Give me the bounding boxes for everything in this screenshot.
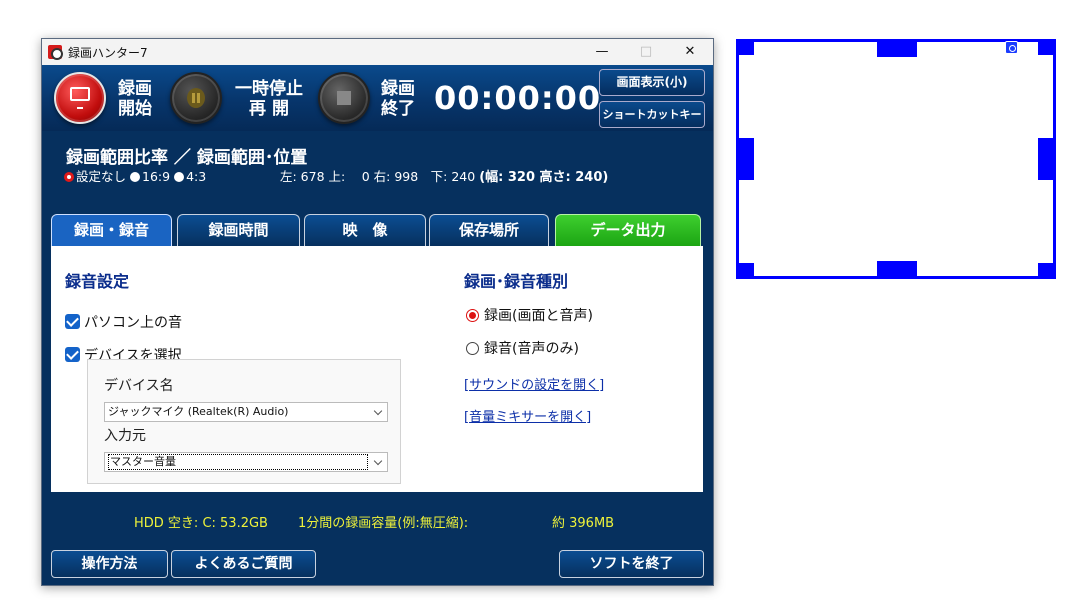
pc-sound-checkbox[interactable]: パソコン上の音 xyxy=(65,312,182,332)
radio-selected-icon xyxy=(466,309,479,322)
minimize-button[interactable]: — xyxy=(582,39,622,65)
input-source-select[interactable]: マスター音量 xyxy=(104,452,388,472)
device-group: デバイス名 ジャックマイク (Realtek(R) Audio) 入力元 マスタ… xyxy=(87,359,401,484)
record-video-radio[interactable]: 録画(画面と音声) xyxy=(466,305,593,325)
checkbox-checked-icon xyxy=(65,314,80,329)
input-source-value: マスター音量 xyxy=(108,454,368,470)
pause-label: 一時停止 再 開 xyxy=(228,79,310,119)
radio-icon xyxy=(466,342,479,355)
record-stop-label-line1: 録画 xyxy=(381,79,415,99)
radio-selected-icon xyxy=(64,172,74,182)
resize-handle-bottom-left[interactable] xyxy=(736,263,754,279)
shortcut-key-button[interactable]: ショートカットキー xyxy=(599,101,705,128)
app-window: 録画ハンター7 — □ ✕ 録画 開始 一時停止 再 開 録画 終了 00:00… xyxy=(41,38,714,586)
resize-handle-bottom[interactable] xyxy=(877,261,917,279)
resize-handle-top-right[interactable] xyxy=(1038,39,1056,55)
display-size-button[interactable]: 画面表示(小) xyxy=(599,69,705,96)
record-audio-radio[interactable]: 録音(音声のみ) xyxy=(466,338,579,358)
tab-panel: 録音設定 パソコン上の音 デバイスを選択 デバイス名 ジャックマイク (Real… xyxy=(51,246,703,492)
pc-sound-label: パソコン上の音 xyxy=(84,315,182,331)
tab-record-time[interactable]: 録画時間 xyxy=(177,214,300,246)
resize-handle-top[interactable] xyxy=(877,39,917,57)
tab-save-location[interactable]: 保存場所 xyxy=(429,214,549,246)
input-source-label: 入力元 xyxy=(104,428,146,444)
close-button[interactable]: ✕ xyxy=(670,39,710,65)
toolbar: 録画 開始 一時停止 再 開 録画 終了 00:00:00 画面表示(小) ショ… xyxy=(42,65,713,131)
exit-software-button[interactable]: ソフトを終了 xyxy=(559,550,704,578)
range-title: 録画範囲比率 ／ 録画範囲･位置 xyxy=(66,148,308,168)
ratio-none-option[interactable]: 設定なし xyxy=(64,169,126,184)
maximize-button[interactable]: □ xyxy=(626,39,666,65)
app-icon xyxy=(48,45,63,60)
record-stop-label-line2: 終了 xyxy=(381,99,415,119)
capture-region-frame[interactable] xyxy=(736,39,1056,279)
record-start-label-line2: 開始 xyxy=(118,99,152,119)
device-name-label: デバイス名 xyxy=(104,378,174,394)
ratio-4-3-option[interactable]: 4:3 xyxy=(174,169,206,184)
resize-handle-left[interactable] xyxy=(736,138,754,180)
tab-data-output[interactable]: データ出力 xyxy=(555,214,701,246)
device-select-value: ジャックマイク (Realtek(R) Audio) xyxy=(108,405,289,418)
tab-video[interactable]: 映 像 xyxy=(304,214,426,246)
tab-record-audio[interactable]: 録画・録音 xyxy=(51,214,172,246)
stop-icon xyxy=(337,91,351,105)
resize-handle-top-left[interactable] xyxy=(736,39,754,55)
pause-label-line1: 一時停止 xyxy=(235,79,303,99)
resize-handle-right[interactable] xyxy=(1038,138,1056,180)
move-region-icon[interactable] xyxy=(1005,41,1018,54)
hdd-free-status: HDD 空き: C: 53.2GB xyxy=(134,516,268,531)
record-audio-label: 録音(音声のみ) xyxy=(484,341,579,357)
pause-button[interactable] xyxy=(170,72,222,124)
size-text: (幅: 320 高さ: 240) xyxy=(479,170,609,185)
title-bar[interactable]: 録画ハンター7 — □ ✕ xyxy=(42,39,713,65)
record-start-label-line1: 録画 xyxy=(118,79,152,99)
open-sound-settings-link[interactable]: [サウンドの設定を開く] xyxy=(464,374,604,393)
resize-handle-bottom-right[interactable] xyxy=(1038,263,1056,279)
open-volume-mixer-link[interactable]: [音量ミキサーを開く] xyxy=(464,406,591,425)
how-to-button[interactable]: 操作方法 xyxy=(51,550,168,578)
radio-icon xyxy=(130,172,140,182)
monitor-icon xyxy=(70,87,90,109)
per-minute-capacity-label: 1分間の録画容量(例:無圧縮): xyxy=(298,516,469,531)
coords-text: 左: 678 上: 0 右: 998 下: 240 xyxy=(280,169,476,184)
ratio-16-9-label: 16:9 xyxy=(142,169,171,184)
ratio-none-label: 設定なし xyxy=(76,169,127,184)
checkbox-checked-icon xyxy=(65,347,80,362)
range-coordinates: 左: 678 上: 0 右: 998 下: 240 (幅: 320 高さ: 24… xyxy=(280,166,608,185)
pause-icon xyxy=(187,88,205,108)
audio-settings-title: 録音設定 xyxy=(65,272,130,291)
faq-button[interactable]: よくあるご質問 xyxy=(171,550,316,578)
radio-icon xyxy=(174,172,185,182)
window-title: 録画ハンター7 xyxy=(68,46,148,60)
ratio-4-3-label: 4:3 xyxy=(186,169,207,184)
pause-label-line2: 再 開 xyxy=(249,99,289,119)
record-start-label: 録画 開始 xyxy=(114,79,156,119)
elapsed-timer: 00:00:00 xyxy=(434,79,602,117)
record-video-label: 録画(画面と音声) xyxy=(484,308,593,324)
ratio-options: 設定なし 16:9 4:3 xyxy=(64,166,206,185)
record-type-title: 録画･録音種別 xyxy=(464,272,569,291)
device-select[interactable]: ジャックマイク (Realtek(R) Audio) xyxy=(104,402,388,422)
capacity-estimate: 約 396MB xyxy=(552,516,615,531)
record-stop-label: 録画 終了 xyxy=(376,79,420,119)
record-stop-button[interactable] xyxy=(318,72,370,124)
ratio-16-9-option[interactable]: 16:9 xyxy=(130,169,170,184)
record-start-button[interactable] xyxy=(54,72,106,124)
